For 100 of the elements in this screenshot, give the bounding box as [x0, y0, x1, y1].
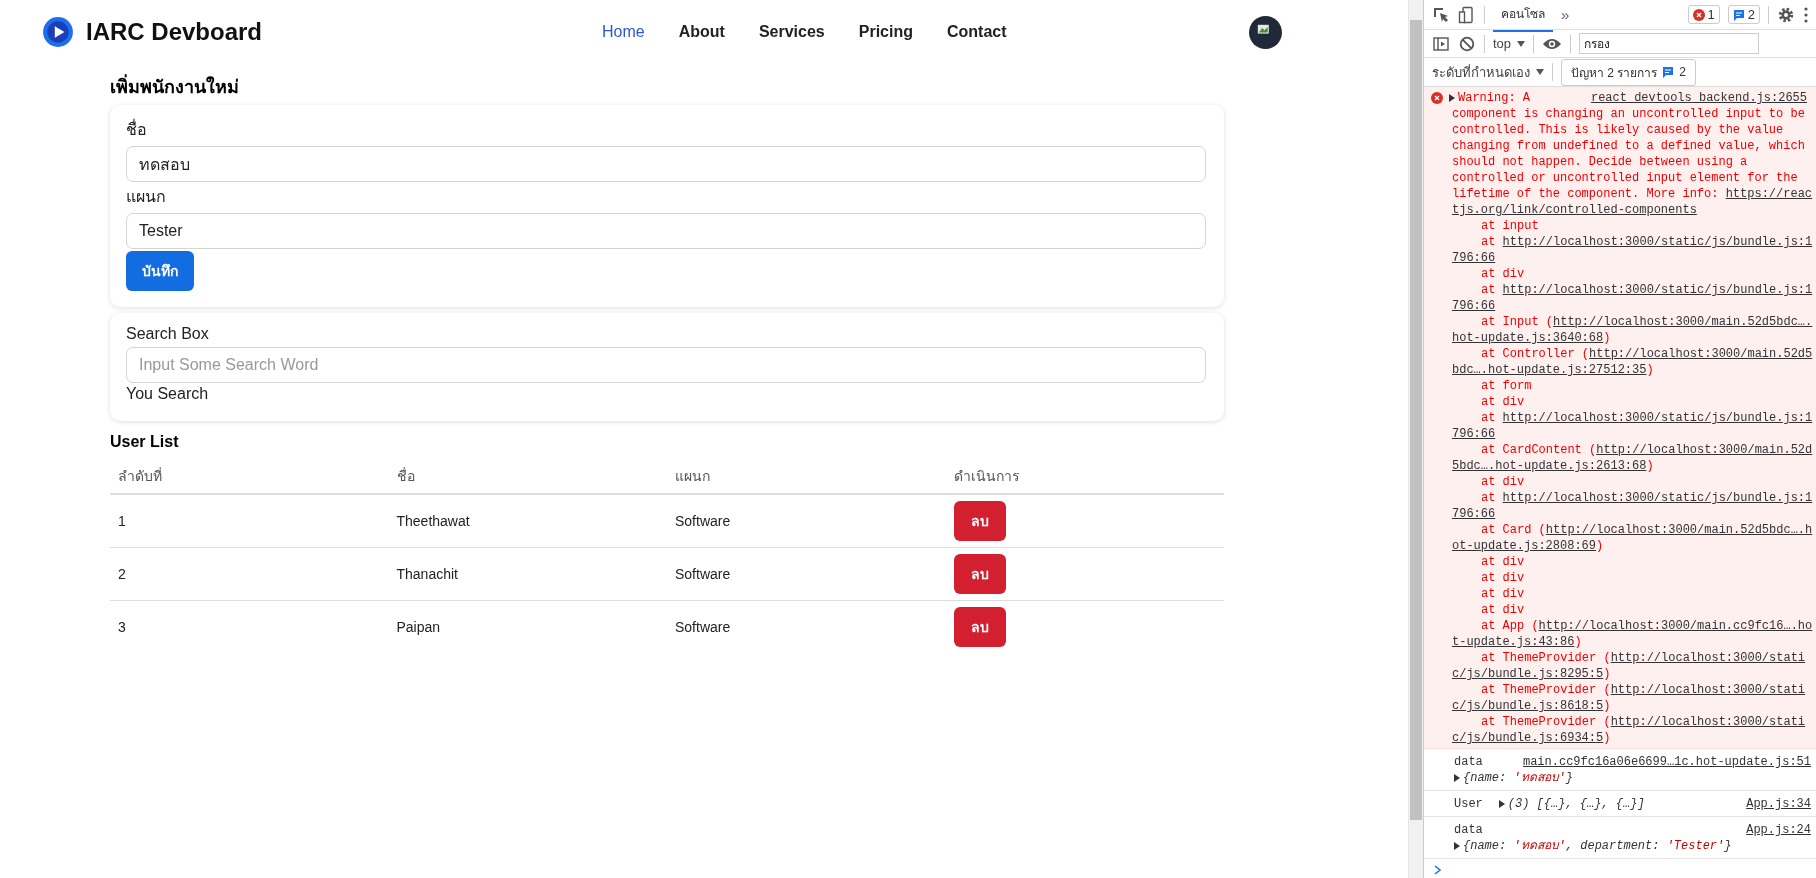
console-link[interactable]: http://localhost:3000/static/js/bundle.js:1 [1502, 282, 1813, 298]
table-cell: 1 [110, 494, 389, 548]
log-levels-dropdown[interactable]: ระดับที่กำหนดเอง [1432, 61, 1544, 83]
console-link[interactable]: hot-update.js:3640:68 [1452, 330, 1604, 346]
inspect-icon[interactable] [1432, 5, 1450, 24]
console-text: ) [1646, 458, 1654, 474]
console-link[interactable]: bdc….hot-update.js:27512:35 [1452, 362, 1647, 378]
nav-link[interactable]: Services [758, 23, 825, 41]
devtools-tab[interactable]: คอนโซล [1493, 0, 1553, 32]
console-text: ) [1596, 538, 1604, 554]
console-link[interactable]: https://reac [1725, 186, 1813, 202]
console-text: lifetime of the component. More info: [1452, 186, 1720, 202]
log-label: data [1454, 822, 1483, 838]
console-link[interactable]: 796:66 [1452, 250, 1496, 266]
console-text: component is changing an uncontrolled input to be [1452, 106, 1805, 122]
console-text: at ThemeProvider ( [1481, 714, 1611, 730]
error-icon [1431, 92, 1443, 104]
issues-button[interactable]: ปัญหา 2 รายการ 2 [1561, 58, 1697, 86]
filter-field[interactable]: กรอง [1579, 33, 1760, 54]
message-icon [1732, 8, 1745, 21]
console-text: at div [1481, 554, 1525, 570]
field-label: Search Box [126, 325, 209, 343]
delete-button[interactable]: ลบ [953, 607, 1006, 647]
log-label: User [1454, 796, 1483, 812]
console-link[interactable]: ot-update.js:2808:69 [1452, 538, 1597, 554]
delete-button[interactable]: ลบ [953, 501, 1006, 541]
console-text: at ThemeProvider ( [1481, 650, 1611, 666]
console-link[interactable]: c/js/bundle.js:8295:5 [1452, 666, 1604, 682]
scrollbar[interactable] [1408, 0, 1423, 878]
input-field[interactable]: Tester [126, 213, 1206, 249]
table-cell: Theethawat [388, 494, 667, 548]
device-toolbar-icon[interactable] [1458, 5, 1476, 24]
play-logo-icon [42, 16, 74, 48]
console-link[interactable]: http://localhost:3000/main.52d5bdc…. [1553, 314, 1813, 330]
console-link[interactable]: 796:66 [1452, 298, 1496, 314]
console-text: should not happen. Decide between using a [1452, 154, 1748, 170]
console-text: Warning: A [1458, 90, 1530, 106]
search-field[interactable]: Input Some Search Word [126, 347, 1206, 383]
console-text: at [1481, 282, 1497, 298]
console-link[interactable]: 5bdc….hot-update.js:2613:68 [1452, 458, 1647, 474]
object-preview: } [1565, 770, 1574, 786]
console-text: ) [1603, 330, 1611, 346]
avatar-icon[interactable] [1249, 15, 1282, 49]
table-cell: Software [667, 547, 946, 601]
delete-button[interactable]: ลบ [953, 554, 1006, 594]
console-link[interactable]: http://localhost:3000/static/js/bundle.js:1 [1502, 490, 1813, 506]
table-cell: Software [667, 494, 946, 548]
context-selector[interactable]: top [1493, 36, 1526, 51]
console-link[interactable]: 796:66 [1452, 506, 1496, 522]
more-tabs-button[interactable]: » [1561, 6, 1570, 23]
input-field[interactable]: ทดสอบ [126, 146, 1206, 182]
console-link[interactable]: http://localhost:3000/stati [1610, 714, 1806, 730]
prompt-icon[interactable] [1434, 865, 1442, 875]
source-link[interactable]: App.js:34 [1746, 796, 1811, 812]
nav-link[interactable]: Pricing [858, 23, 913, 41]
console-link[interactable]: http://localhost:3000/stati [1610, 682, 1806, 698]
table-cell: Thanachit [388, 547, 667, 601]
console-link[interactable]: 796:66 [1452, 426, 1496, 442]
nav-link[interactable]: Contact [946, 23, 1007, 41]
sidebar-toggle-icon[interactable] [1432, 34, 1450, 53]
console-link[interactable]: t-update.js:43:86 [1452, 634, 1575, 650]
dropdown-caret-icon [1517, 40, 1526, 47]
expand-arrow-icon[interactable] [1454, 774, 1460, 782]
console-link[interactable]: c/js/bundle.js:6934:5 [1452, 730, 1604, 746]
console-text: ) [1646, 362, 1654, 378]
console-text: at [1481, 234, 1497, 250]
console-link[interactable]: http://localhost:3000/static/js/bundle.js:1 [1502, 410, 1813, 426]
source-link[interactable]: main.cc9fc16a06e6699…1c.hot-update.js:51 [1522, 754, 1811, 770]
console-link[interactable]: http://localhost:3000/main.52d [1596, 442, 1813, 458]
console-text: ) [1574, 634, 1582, 650]
expand-arrow-icon[interactable] [1454, 842, 1460, 850]
nav-link[interactable]: Home [602, 23, 645, 41]
clear-console-icon[interactable] [1458, 34, 1476, 53]
console-link[interactable]: http://localhost:3000/stati [1610, 650, 1806, 666]
console-text: at ThemeProvider ( [1481, 682, 1611, 698]
object-preview: 'ทดสอบ' [1513, 770, 1566, 786]
nav-link[interactable]: About [678, 23, 725, 41]
console-link[interactable]: http://localhost:3000/main.52d5 [1589, 346, 1813, 362]
dropdown-caret-icon [1536, 69, 1544, 75]
console-link[interactable]: http://localhost:3000/main.cc9fc16….ho [1538, 618, 1813, 634]
console-text: ) [1603, 698, 1611, 714]
console-text: at form [1481, 378, 1532, 394]
console-text: at [1481, 410, 1497, 426]
source-link[interactable]: react_devtools_backend.js:2655 [1590, 90, 1807, 106]
error-count-badge[interactable]: 1 [1687, 5, 1720, 24]
console-link[interactable]: tjs.org/link/controlled-components [1452, 202, 1697, 218]
console-link[interactable]: http://localhost:3000/main.52d5bdc….h [1545, 522, 1813, 538]
expand-arrow-icon[interactable] [1498, 800, 1505, 808]
settings-icon[interactable] [1777, 5, 1795, 24]
save-button[interactable]: บันทึก [126, 251, 194, 291]
expand-arrow-icon[interactable] [1449, 94, 1455, 102]
more-menu-icon[interactable] [1803, 5, 1809, 24]
object-preview: {name: [1463, 770, 1508, 786]
source-link[interactable]: App.js:24 [1746, 822, 1811, 838]
console-link[interactable]: http://localhost:3000/static/js/bundle.js:1 [1502, 234, 1813, 250]
message-count-badge[interactable]: 2 [1727, 5, 1760, 24]
field-label: แผนก [126, 187, 166, 207]
column-header: แผนก [667, 459, 946, 494]
eye-icon[interactable] [1542, 36, 1563, 51]
console-link[interactable]: c/js/bundle.js:8618:5 [1452, 698, 1604, 714]
